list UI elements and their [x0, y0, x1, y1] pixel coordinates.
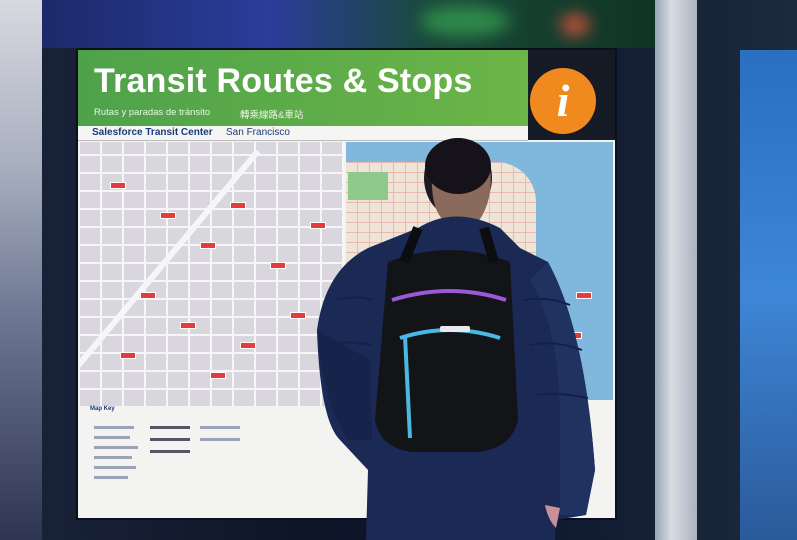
photo-scene: Transit Routes & Stops Rutas y paradas d… [0, 0, 797, 540]
person-viewing-map [317, 138, 595, 540]
